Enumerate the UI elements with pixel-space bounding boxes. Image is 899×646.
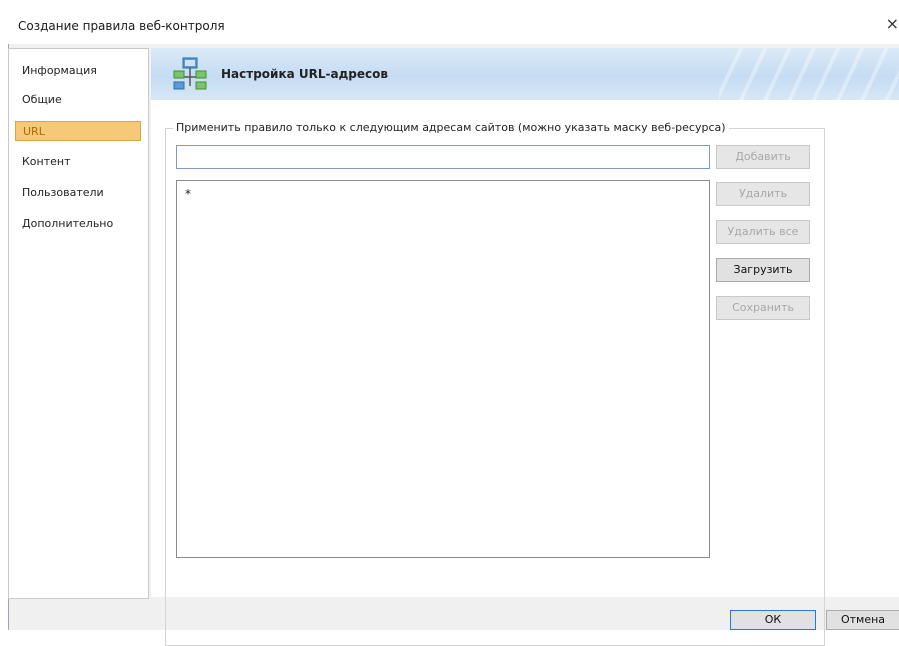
banner-decoration (719, 48, 899, 100)
sidebar: Информация Общие URL Контент Пользовател… (8, 48, 149, 599)
sidebar-item-advanced[interactable]: Дополнительно (15, 214, 141, 234)
sidebar-item-info[interactable]: Информация (15, 61, 141, 81)
save-button[interactable]: Сохранить (716, 296, 810, 320)
group-legend: Применить правило только к следующим адр… (173, 121, 729, 134)
sidebar-item-content[interactable]: Контент (15, 152, 141, 172)
title-bar: Создание правила веб-контроля × (8, 8, 899, 45)
header-banner: Настройка URL-адресов (151, 48, 899, 100)
sidebar-item-users[interactable]: Пользователи (15, 183, 141, 203)
sidebar-item-general[interactable]: Общие (15, 90, 141, 110)
url-list[interactable]: * (176, 180, 710, 558)
add-button[interactable]: Добавить (716, 145, 810, 169)
content-panel: Настройка URL-адресов Применить правило … (151, 48, 899, 646)
delete-button[interactable]: Удалить (716, 182, 810, 206)
close-icon[interactable]: × (886, 16, 899, 32)
page-title: Настройка URL-адресов (221, 67, 388, 81)
list-item[interactable]: * (185, 187, 191, 201)
url-input[interactable] (176, 145, 710, 169)
ok-button[interactable]: ОК (730, 610, 816, 630)
sidebar-item-url[interactable]: URL (15, 121, 141, 141)
url-settings-icon (173, 57, 207, 90)
delete-all-button[interactable]: Удалить все (716, 220, 810, 244)
load-button[interactable]: Загрузить (716, 258, 810, 282)
window-title: Создание правила веб-контроля (18, 19, 225, 33)
cancel-button[interactable]: Отмена (826, 610, 899, 630)
